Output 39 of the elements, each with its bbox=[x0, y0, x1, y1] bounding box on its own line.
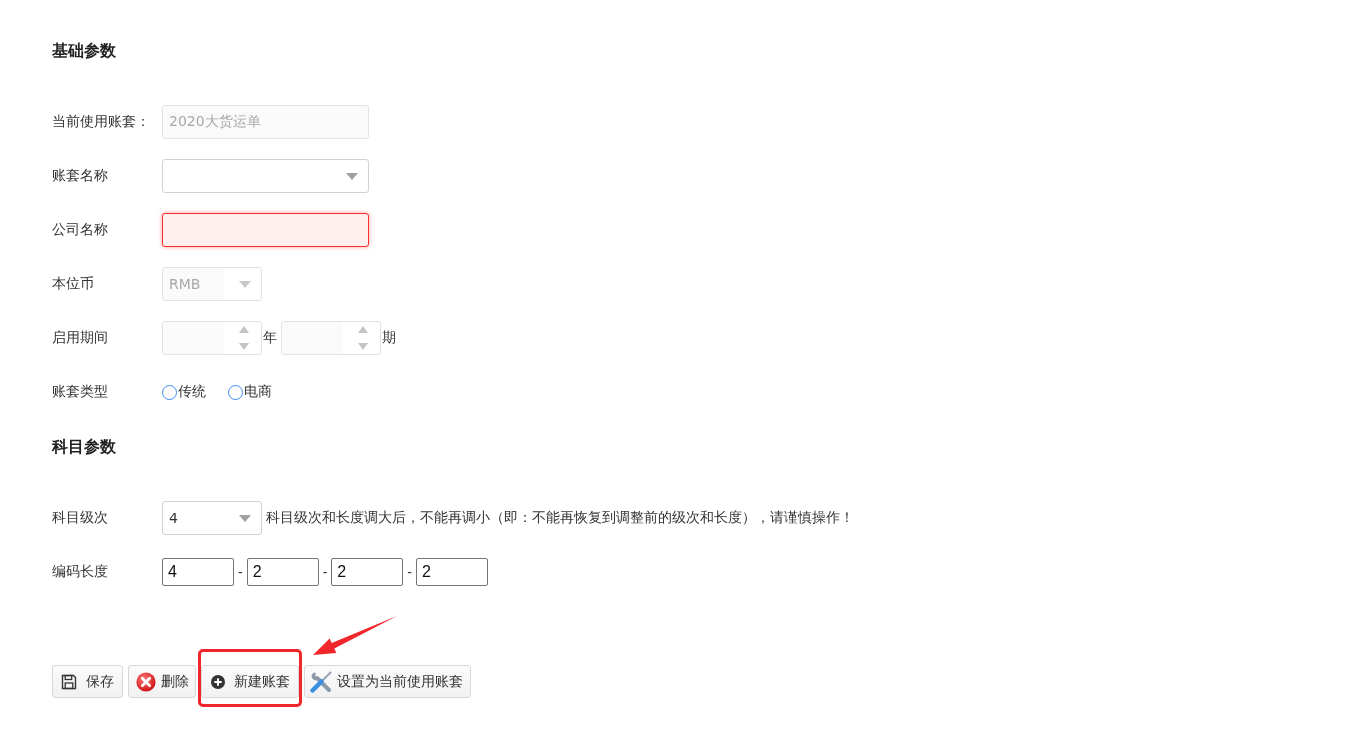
radio-button[interactable] bbox=[228, 384, 243, 400]
section-title: 基础参数 bbox=[52, 41, 116, 61]
set-current-button[interactable]: 设置为当前使用账套 bbox=[304, 665, 471, 698]
field-label: 账套名称 bbox=[52, 167, 109, 185]
code-length-field[interactable]: 2 bbox=[331, 558, 404, 586]
field-label: 本位币 bbox=[52, 275, 95, 293]
field-label: 账套类型 bbox=[52, 383, 109, 401]
wrench-screwdriver-icon bbox=[309, 669, 333, 694]
cross-circle-icon bbox=[136, 671, 156, 692]
field-label: 公司名称 bbox=[52, 221, 109, 239]
code-length-field[interactable]: 4 bbox=[162, 558, 234, 586]
dash-separator: - bbox=[238, 564, 243, 580]
save-button[interactable]: 保存 bbox=[52, 665, 123, 698]
section-title: 科目参数 bbox=[52, 437, 116, 457]
code-length-field[interactable]: 2 bbox=[246, 558, 319, 586]
unit-label: 年 bbox=[263, 329, 278, 347]
field-label: 编码长度 bbox=[52, 563, 109, 581]
field-label: 科目级次 bbox=[52, 509, 109, 527]
up-down-arrows-icon bbox=[239, 326, 249, 350]
unit-label: 期 bbox=[382, 329, 397, 347]
dash-separator: - bbox=[322, 564, 328, 580]
field-label: 当前使用账套： bbox=[52, 113, 151, 131]
caret-icon bbox=[346, 172, 358, 180]
caret-icon bbox=[239, 280, 251, 288]
hint-text: 科目级次和长度调大后，不能再调小（即：不能再恢复到调整前的级次和长度），请谨慎操作！ bbox=[266, 509, 854, 527]
code-length-field[interactable]: 2 bbox=[416, 558, 488, 586]
up-down-arrows-icon bbox=[358, 326, 368, 350]
plus-circle-icon bbox=[211, 674, 225, 689]
radio-label: 电商 bbox=[244, 383, 272, 401]
select-field[interactable] bbox=[162, 159, 369, 193]
caret-icon bbox=[239, 514, 251, 522]
dash-separator: - bbox=[407, 564, 412, 580]
select-field[interactable]: 4 bbox=[162, 501, 262, 535]
delete-button[interactable]: 删除 bbox=[128, 665, 196, 698]
radio-button[interactable] bbox=[162, 384, 177, 400]
radio-label: 传统 bbox=[178, 383, 206, 401]
new-account-set-button[interactable]: 新建账套 bbox=[201, 665, 299, 698]
field-label: 启用期间 bbox=[52, 329, 109, 347]
text-field[interactable] bbox=[162, 213, 369, 247]
